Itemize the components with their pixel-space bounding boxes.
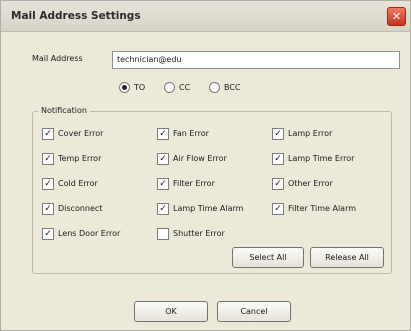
notification-group-label: Notification [38,105,90,117]
checkbox-label: Air Flow Error [173,154,227,163]
checkbox-label: Lamp Time Error [288,154,355,163]
checkbox-label: Fan Error [173,129,209,138]
radio-to-label: TO [134,83,146,92]
radio-bcc-label: BCC [224,83,241,92]
checkbox-label: Disconnect [58,204,103,213]
close-icon: ✕ [391,10,402,23]
checkbox-label: Temp Error [58,154,102,163]
checkbox-label: Lens Door Error [58,229,121,238]
checkbox[interactable]: ✓ [157,203,169,215]
checkbox-label: Other Error [288,179,333,188]
checkbox[interactable]: ✓ [42,178,54,190]
checkbox[interactable]: ✓ [157,128,169,140]
checkbox-label: Filter Error [173,179,215,188]
checkbox[interactable]: ✓ [42,153,54,165]
mail-address-label: Mail Address [32,54,83,63]
ok-button[interactable]: OK [134,301,208,322]
mail-address-input[interactable]: technician@edu [112,51,400,69]
checkbox[interactable]: ✓ [272,128,284,140]
checkbox[interactable]: ✓ [157,153,169,165]
radio-to[interactable] [119,82,130,93]
title-bar: Mail Address Settings ✕ [1,1,410,32]
close-button[interactable]: ✕ [387,7,406,26]
radio-bcc[interactable] [209,82,220,93]
checkbox[interactable]: ✓ [42,203,54,215]
checkbox[interactable]: ✓ [157,178,169,190]
checkbox[interactable] [157,228,169,240]
checkbox-label: Lamp Error [288,129,333,138]
release-all-button[interactable]: Release All [310,247,384,268]
radio-cc[interactable] [164,82,175,93]
checkbox-label: Cold Error [58,179,98,188]
checkbox-label: Filter Time Alarm [288,204,357,213]
mail-address-settings-dialog: Mail Address Settings ✕ Mail Address tec… [0,0,411,331]
select-all-button[interactable]: Select All [232,247,304,268]
checkbox[interactable]: ✓ [272,153,284,165]
checkbox[interactable]: ✓ [42,128,54,140]
checkbox[interactable]: ✓ [272,203,284,215]
radio-cc-label: CC [179,83,191,92]
dialog-title: Mail Address Settings [11,10,141,22]
checkbox-label: Lamp Time Alarm [173,204,244,213]
checkbox-label: Shutter Error [173,229,225,238]
checkbox[interactable]: ✓ [272,178,284,190]
checkbox-label: Cover Error [58,129,104,138]
cancel-button[interactable]: Cancel [217,301,291,322]
checkbox[interactable]: ✓ [42,228,54,240]
